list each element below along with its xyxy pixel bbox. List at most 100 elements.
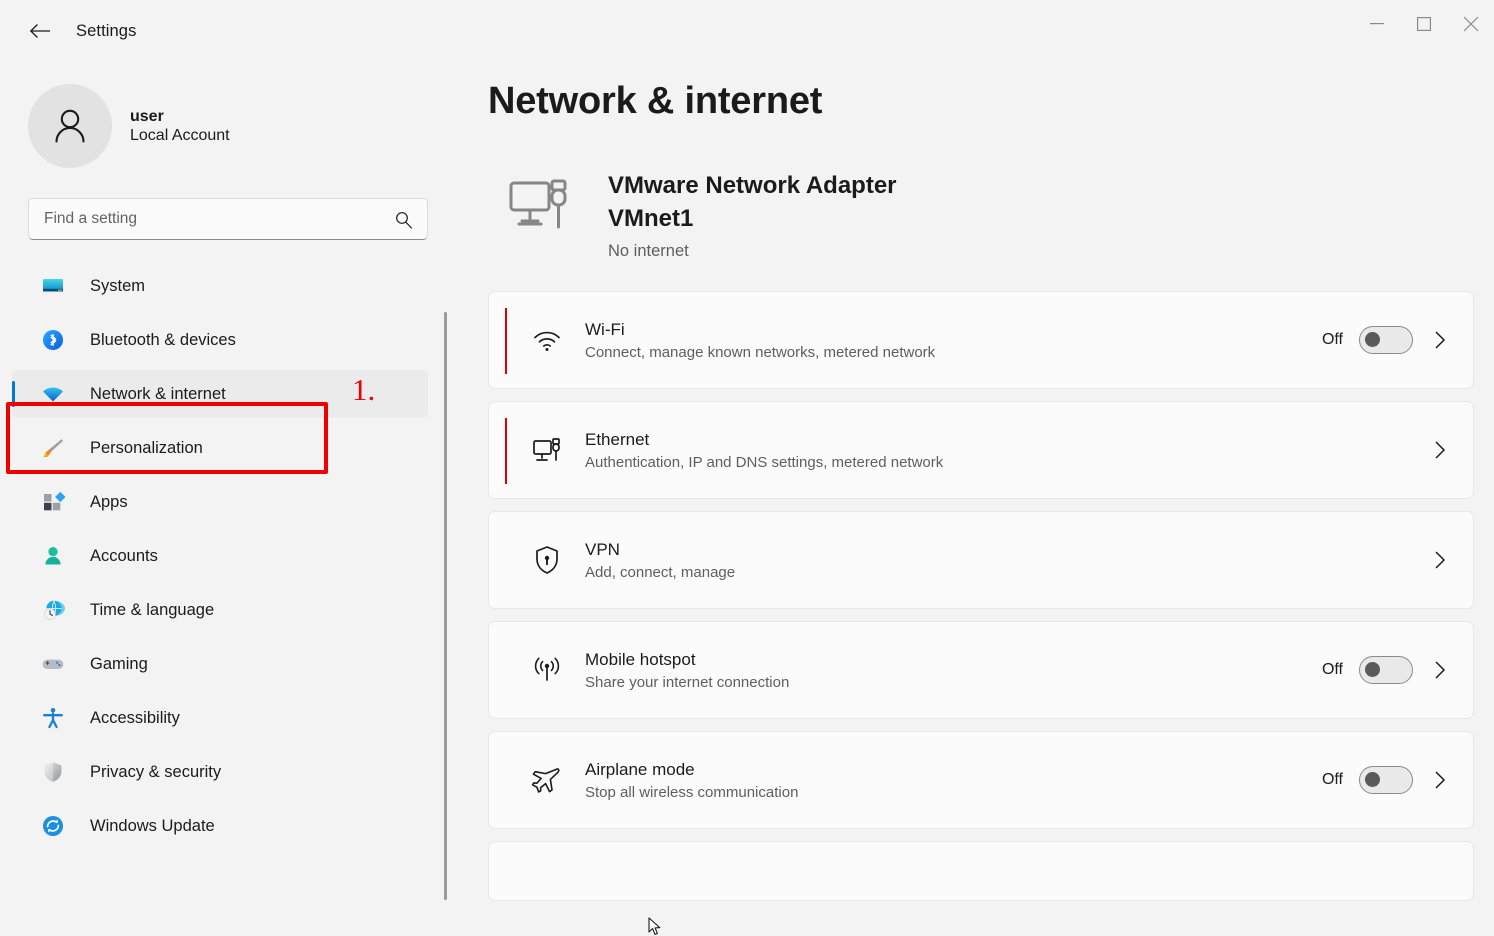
sidebar: user Local Account [0,62,460,936]
update-refresh-icon [40,813,66,839]
toggle-knob [1365,772,1380,787]
toggle-knob [1365,332,1380,347]
card-subtitle: Share your internet connection [585,674,1322,691]
minimize-button[interactable] [1353,0,1400,48]
airplane-mode-toggle[interactable] [1359,766,1413,794]
paintbrush-icon [40,435,66,461]
sidebar-item-label: Windows Update [90,817,215,836]
sidebar-item-accessibility[interactable]: Accessibility [12,694,428,742]
sidebar-item-label: Accounts [90,547,158,566]
card-vpn[interactable]: VPN Add, connect, manage [488,511,1474,609]
card-controls [1429,440,1451,460]
accessibility-person-icon [40,705,66,731]
airplane-icon [531,766,563,794]
sidebar-item-label: Bluetooth & devices [90,331,236,350]
wifi-icon [531,327,563,353]
apps-icon [40,489,66,515]
sidebar-item-time-language[interactable]: Time & language [12,586,428,634]
annotation-step-number: 1. [352,372,375,408]
wifi-toggle[interactable] [1359,326,1413,354]
toggle-state-label: Off [1322,661,1343,679]
card-subtitle: Add, connect, manage [585,564,1429,581]
sidebar-item-personalization[interactable]: Personalization [12,424,428,472]
back-arrow-icon [29,23,51,39]
sidebar-item-accounts[interactable]: Accounts [12,532,428,580]
mouse-cursor [648,917,662,936]
sidebar-item-bluetooth-devices[interactable]: Bluetooth & devices [12,316,428,364]
card-text: Mobile hotspot Share your internet conne… [585,650,1322,691]
card-text: Airplane mode Stop all wireless communic… [585,760,1322,801]
vpn-shield-icon [531,545,563,575]
adapter-status: No internet [608,242,908,261]
page-title: Network & internet [460,62,1494,123]
chevron-right-icon[interactable] [1429,440,1451,460]
settings-cards: Wi-Fi Connect, manage known networks, me… [460,261,1494,901]
card-subtitle: Stop all wireless communication [585,784,1322,801]
adapter-text: VMware Network Adapter VMnet1 No interne… [608,169,908,261]
sidebar-item-label: Gaming [90,655,148,674]
account-text: user Local Account [130,108,230,145]
search-icon [395,211,413,234]
search-input[interactable] [29,199,427,239]
settings-window: Settings [0,0,1494,936]
person-icon [40,543,66,569]
card-wifi[interactable]: Wi-Fi Connect, manage known networks, me… [488,291,1474,389]
sidebar-item-apps[interactable]: Apps [12,478,428,526]
card-airplane-mode[interactable]: Airplane mode Stop all wireless communic… [488,731,1474,829]
card-controls: Off [1322,656,1451,684]
card-controls [1429,550,1451,570]
shield-icon [40,759,66,785]
account-type: Local Account [130,127,230,145]
mobile-hotspot-toggle[interactable] [1359,656,1413,684]
card-controls: Off [1322,766,1451,794]
card-title: Airplane mode [585,760,1322,780]
back-button[interactable] [20,15,60,47]
chevron-right-icon[interactable] [1429,330,1451,350]
search-wrapper [0,168,460,240]
card-ethernet[interactable]: Ethernet Authentication, IP and DNS sett… [488,401,1474,499]
sidebar-item-windows-update[interactable]: Windows Update [12,802,428,850]
sidebar-item-system[interactable]: System [12,262,428,310]
card-title: Wi-Fi [585,320,1322,340]
globe-clock-icon [40,597,66,623]
maximize-icon [1417,17,1431,31]
maximize-button[interactable] [1400,0,1447,48]
sidebar-item-label: Privacy & security [90,763,221,782]
card-text: Wi-Fi Connect, manage known networks, me… [585,320,1322,361]
sidebar-item-gaming[interactable]: Gaming [12,640,428,688]
ethernet-icon [531,436,563,464]
card-controls: Off [1322,326,1451,354]
card-text: VPN Add, connect, manage [585,540,1429,581]
card-title: Mobile hotspot [585,650,1322,670]
adapter-name: VMware Network Adapter VMnet1 [608,169,908,235]
sidebar-item-label: Personalization [90,439,203,458]
close-icon [1463,16,1479,32]
close-button[interactable] [1447,0,1494,48]
card-subtitle: Authentication, IP and DNS settings, met… [585,454,1429,471]
chevron-right-icon[interactable] [1429,550,1451,570]
hotspot-icon [531,656,563,684]
chevron-right-icon[interactable] [1429,660,1451,680]
card-next-partial[interactable] [488,841,1474,901]
toggle-knob [1365,662,1380,677]
card-mobile-hotspot[interactable]: Mobile hotspot Share your internet conne… [488,621,1474,719]
sidebar-item-privacy-security[interactable]: Privacy & security [12,748,428,796]
sidebar-nav: System Bluetooth & devices [0,262,460,850]
sidebar-item-label: Accessibility [90,709,180,728]
bluetooth-icon [40,327,66,353]
toggle-state-label: Off [1322,331,1343,349]
network-adapter-summary: VMware Network Adapter VMnet1 No interne… [460,123,1494,261]
avatar [28,84,112,168]
system-monitor-icon [40,273,66,299]
app-title: Settings [76,22,136,41]
gamepad-icon [40,651,66,677]
sidebar-scrollbar[interactable] [444,312,447,900]
window-controls [1353,0,1494,48]
card-text: Ethernet Authentication, IP and DNS sett… [585,430,1429,471]
account-summary[interactable]: user Local Account [0,62,460,168]
search-box[interactable] [28,198,428,240]
chevron-right-icon[interactable] [1429,770,1451,790]
main-content: Network & internet VMware Network Adapte… [460,62,1494,936]
card-subtitle: Connect, manage known networks, metered … [585,344,1322,361]
sidebar-item-label: Network & internet [90,385,226,404]
